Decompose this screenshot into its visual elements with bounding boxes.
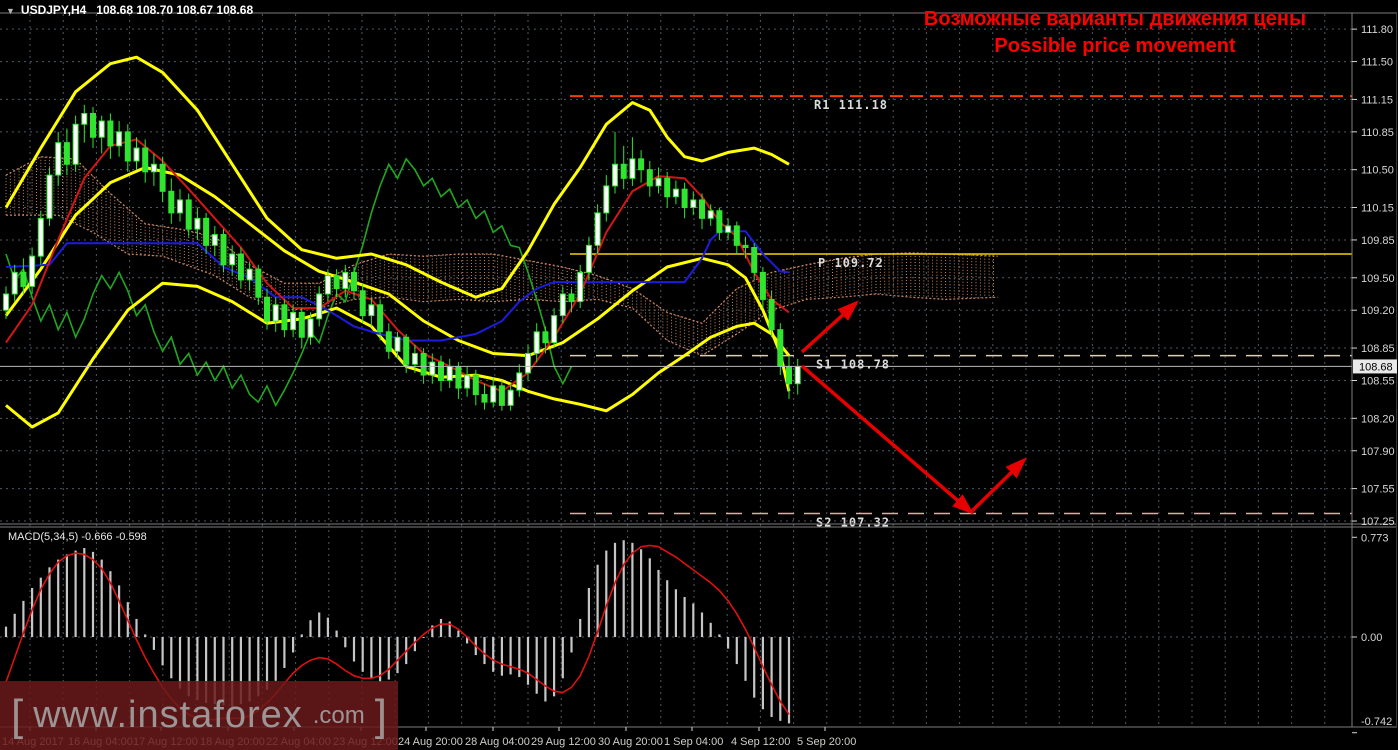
- svg-text:28 Aug 04:00: 28 Aug 04:00: [465, 736, 530, 748]
- macd-name: MACD(5,34,5): [8, 531, 79, 543]
- svg-text:107.55: 107.55: [1361, 484, 1395, 496]
- svg-text:110.15: 110.15: [1361, 203, 1394, 215]
- macd-values: -0.666 -0.598: [81, 531, 147, 543]
- mt4-chart-window: R1 111.18 P 109.72 S1 108.78 S2 107.32 111.8…: [0, 0, 1398, 750]
- svg-text:108.68: 108.68: [1359, 361, 1393, 373]
- chart-canvas[interactable]: R1 111.18P 109.72S1 108.78S2 107.32111.8…: [0, 0, 1398, 750]
- svg-text:110.50: 110.50: [1361, 165, 1394, 177]
- ohlc-values: 108.68 108.70 108.67 108.68: [96, 3, 254, 17]
- svg-text:111.15: 111.15: [1361, 94, 1393, 106]
- svg-text:111.50: 111.50: [1361, 57, 1393, 69]
- svg-text:108.55: 108.55: [1361, 375, 1395, 387]
- svg-text:110.85: 110.85: [1361, 127, 1394, 139]
- annotation-line-en: Possible price movement: [994, 35, 1236, 57]
- svg-text:107.25: 107.25: [1361, 516, 1395, 528]
- watermark-text: www.instaforex: [33, 694, 303, 736]
- svg-text:0.00: 0.00: [1361, 632, 1382, 644]
- symbol-timeframe-label: USDJPY,H4: [20, 3, 87, 17]
- svg-text:30 Aug 20:00: 30 Aug 20:00: [598, 736, 663, 748]
- forecast-annotation: Возможные варианты движения цены Possibl…: [915, 6, 1315, 60]
- svg-text:29 Aug 12:00: 29 Aug 12:00: [531, 736, 596, 748]
- svg-text:5 Sep 20:00: 5 Sep 20:00: [797, 736, 856, 748]
- svg-text:109.50: 109.50: [1361, 273, 1395, 285]
- svg-text:108.20: 108.20: [1361, 413, 1395, 425]
- watermark-bracket-left: [: [10, 690, 24, 740]
- svg-text:R1 111.18: R1 111.18: [814, 98, 888, 112]
- svg-text:107.90: 107.90: [1361, 446, 1395, 458]
- svg-text:108.85: 108.85: [1361, 343, 1395, 355]
- instaforex-watermark: [ www.instaforex .com ]: [0, 681, 398, 750]
- svg-text:-0.742: -0.742: [1361, 716, 1392, 728]
- watermark-bracket-right: ]: [374, 690, 388, 740]
- svg-text:109.20: 109.20: [1361, 305, 1395, 317]
- svg-text:1 Sep 04:00: 1 Sep 04:00: [664, 736, 723, 748]
- macd-indicator-label: MACD(5,34,5) -0.666 -0.598: [8, 531, 147, 543]
- chart-title-bar: ▼ USDJPY,H4 108.68 108.70 108.67 108.68: [6, 3, 253, 17]
- watermark-suffix: .com: [312, 701, 365, 729]
- symbol-dropdown-icon[interactable]: ▼: [6, 6, 15, 16]
- svg-text:109.85: 109.85: [1361, 235, 1395, 247]
- svg-text:S1 108.78: S1 108.78: [816, 358, 890, 372]
- svg-text:24 Aug 20:00: 24 Aug 20:00: [398, 736, 463, 748]
- svg-text:4 Sep 12:00: 4 Sep 12:00: [731, 736, 790, 748]
- svg-text:0.773: 0.773: [1361, 532, 1389, 544]
- svg-text:P 109.72: P 109.72: [818, 256, 884, 270]
- svg-text:111.80: 111.80: [1361, 24, 1393, 36]
- annotation-line-ru: Возможные варианты движения цены: [923, 8, 1307, 30]
